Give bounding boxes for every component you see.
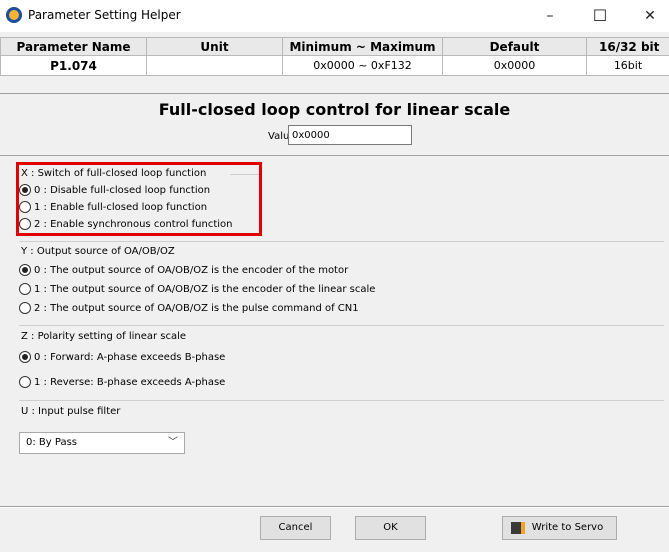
input-pulse-filter-select[interactable]: 0: By Pass ﹀ xyxy=(19,432,185,454)
divider xyxy=(19,241,664,242)
page-title: Full-closed loop control for linear scal… xyxy=(158,100,511,119)
divider xyxy=(0,507,669,508)
unit-cell xyxy=(146,55,283,76)
radio-y-1[interactable]: 1 : The output source of OA/OB/OZ is the… xyxy=(19,283,375,295)
radio-selected-icon[interactable] xyxy=(19,264,31,276)
radio-label: 0 : The output source of OA/OB/OZ is the… xyxy=(34,264,349,276)
group-y-label: Y : Output source of OA/OB/OZ xyxy=(21,246,175,257)
radio-y-0[interactable]: 0 : The output source of OA/OB/OZ is the… xyxy=(19,264,348,276)
highlight-box xyxy=(16,162,262,236)
title-bar: Parameter Setting Helper – ☐ ✕ xyxy=(0,0,669,32)
radio-z-0[interactable]: 0 : Forward: A-phase exceeds B-phase xyxy=(19,351,225,363)
radio-label: 2 : The output source of OA/OB/OZ is the… xyxy=(34,302,359,314)
radio-selected-icon[interactable] xyxy=(19,351,31,363)
select-value: 0: By Pass xyxy=(26,437,77,448)
column-header: Unit xyxy=(146,37,283,56)
divider xyxy=(19,325,664,326)
radio-label: 1 : The output source of OA/OB/OZ is the… xyxy=(34,283,376,295)
column-header: Default xyxy=(442,37,587,56)
column-header: 16/32 bit xyxy=(586,37,669,56)
divider xyxy=(0,93,669,94)
parameter-info-table: Parameter Name Unit Minimum ~ Maximum De… xyxy=(0,37,669,76)
range-cell: 0x0000 ~ 0xF132 xyxy=(282,55,443,76)
cancel-button[interactable]: Cancel xyxy=(260,516,331,540)
radio-z-1[interactable]: 1 : Reverse: B-phase exceeds A-phase xyxy=(19,376,225,388)
close-icon[interactable]: ✕ xyxy=(630,4,669,28)
group-u-label: U : Input pulse filter xyxy=(21,406,121,417)
divider xyxy=(0,155,669,156)
radio-label: 0 : Forward: A-phase exceeds B-phase xyxy=(34,351,226,363)
default-cell: 0x0000 xyxy=(442,55,587,76)
bit-cell: 16bit xyxy=(586,55,669,76)
write-to-servo-button[interactable]: Write to Servo xyxy=(502,516,617,540)
group-z-label: Z : Polarity setting of linear scale xyxy=(21,331,187,342)
radio-icon[interactable] xyxy=(19,376,31,388)
column-header: Minimum ~ Maximum xyxy=(282,37,443,56)
window-title: Parameter Setting Helper xyxy=(28,8,181,22)
column-header: Parameter Name xyxy=(0,37,147,56)
table-row: P1.074 0x0000 ~ 0xF132 0x0000 16bit xyxy=(0,55,669,76)
servo-write-icon xyxy=(511,522,525,534)
minimize-icon[interactable]: – xyxy=(530,4,570,28)
ok-button[interactable]: OK xyxy=(355,516,426,540)
param-name-cell: P1.074 xyxy=(0,55,147,76)
chevron-down-icon[interactable]: ﹀ xyxy=(168,433,178,453)
app-icon xyxy=(6,7,22,23)
maximize-icon[interactable]: ☐ xyxy=(580,4,620,28)
value-input[interactable] xyxy=(288,125,412,145)
button-label: Write to Servo xyxy=(531,522,604,533)
radio-icon[interactable] xyxy=(19,302,31,314)
divider xyxy=(19,400,664,401)
radio-icon[interactable] xyxy=(19,283,31,295)
table-header-row: Parameter Name Unit Minimum ~ Maximum De… xyxy=(0,37,669,56)
radio-label: 1 : Reverse: B-phase exceeds A-phase xyxy=(34,376,226,388)
radio-y-2[interactable]: 2 : The output source of OA/OB/OZ is the… xyxy=(19,302,359,314)
